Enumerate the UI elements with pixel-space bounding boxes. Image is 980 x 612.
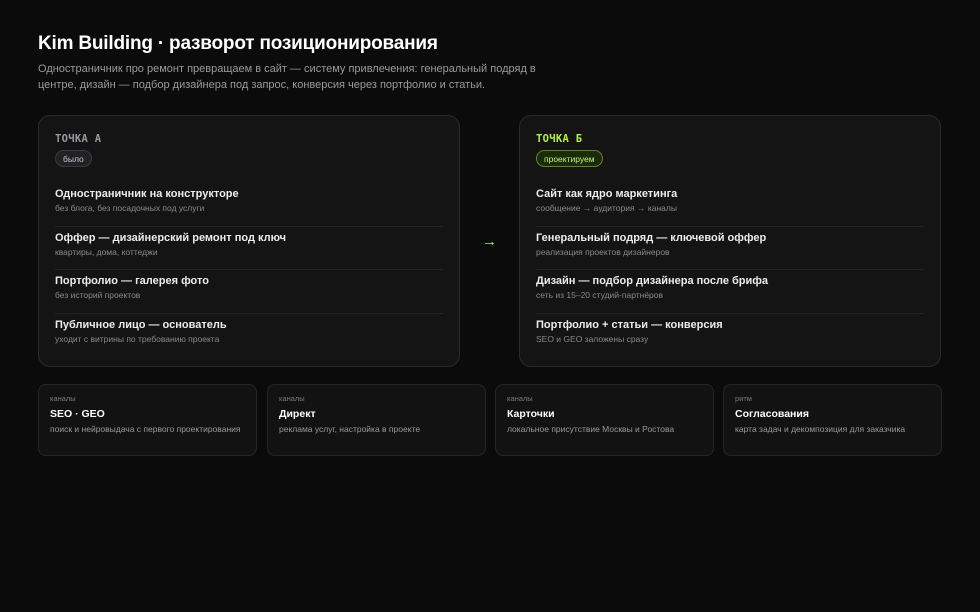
list-item: Генеральный подряд — ключевой оффер реал… [536, 227, 924, 270]
point-b-card: ТОЧКА Б проектируем Сайт как ядро маркет… [519, 115, 941, 367]
page-title: Kim Building · разворот позиционирования [38, 33, 438, 54]
item-title: Публичное лицо — основатель [55, 318, 227, 331]
item-title: Дизайн — подбор дизайнера после брифа [536, 275, 769, 287]
point-b-badge: проектируем [536, 150, 603, 167]
point-a-card: ТОЧКА А было Одностраничник на конструкт… [38, 115, 460, 367]
list-item: Портфолио + статьи — конверсия SEO и GEO… [536, 314, 924, 358]
tile-subtitle: локальное присутствие Москвы и Ростова [507, 424, 675, 434]
tile-title: SEO · GEO [50, 408, 105, 420]
list-item: Оффер — дизайнерский ремонт под ключ ква… [55, 227, 443, 270]
item-subtitle: без блога, без посадочных под услуги [55, 203, 205, 213]
point-a-list: Одностраничник на конструкторе без блога… [55, 183, 443, 357]
tile-subtitle: реклама услуг, настройка в проекте [279, 424, 421, 434]
item-subtitle: сеть из 15–20 студий-партнёров [536, 290, 664, 300]
item-title: Одностраничник на конструкторе [55, 188, 239, 200]
rhythm-tile-approvals: ритм Согласования карта задач и декомпоз… [723, 384, 942, 456]
channel-tile-cards: каналы Карточки локальное присутствие Мо… [495, 384, 714, 456]
item-title: Генеральный подряд — ключевой оффер [536, 231, 767, 244]
point-a-label: ТОЧКА А [55, 133, 102, 145]
item-subtitle: сообщение → аудитория → каналы [536, 203, 677, 213]
tile-title: Согласования [735, 408, 809, 420]
item-subtitle: уходит с витрины по требованию проекта [55, 333, 220, 344]
tile-kicker: каналы [507, 394, 533, 403]
channel-tile-direct: каналы Директ реклама услуг, настройка в… [267, 384, 486, 456]
list-item: Портфолио — галерея фото без историй про… [55, 270, 443, 314]
tile-kicker: каналы [50, 394, 76, 403]
tile-title: Карточки [507, 408, 555, 420]
item-subtitle: реализация проектов дизайнеров [536, 246, 670, 257]
item-title: Портфолио — галерея фото [55, 275, 209, 287]
item-subtitle: квартиры, дома, коттеджи [55, 246, 158, 257]
point-b-label: ТОЧКА Б [536, 133, 583, 145]
tile-kicker: ритм [735, 394, 752, 403]
tile-subtitle: поиск и нейровыдача с первого проектиров… [50, 424, 241, 434]
item-title: Сайт как ядро маркетинга [536, 188, 678, 200]
channel-tile-seo: каналы SEO · GEO поиск и нейровыдача с п… [38, 384, 257, 456]
list-item: Публичное лицо — основатель уходит с вит… [55, 314, 443, 358]
list-item: Одностраничник на конструкторе без блога… [55, 183, 443, 227]
item-subtitle: без историй проектов [55, 290, 141, 300]
item-title: Портфолио + статьи — конверсия [536, 318, 723, 331]
list-item: Сайт как ядро маркетинга сообщение → ауд… [536, 183, 924, 227]
item-subtitle: SEO и GEO заложены сразу [536, 333, 649, 344]
tile-title: Директ [279, 408, 316, 420]
point-b-list: Сайт как ядро маркетинга сообщение → ауд… [536, 183, 924, 357]
tile-subtitle: карта задач и декомпозиция для заказчика [735, 424, 906, 434]
page-subtitle: Одностраничник про ремонт превращаем в с… [38, 63, 536, 91]
arrow-right-icon: → [482, 233, 497, 250]
item-title: Оффер — дизайнерский ремонт под ключ [55, 231, 286, 244]
list-item: Дизайн — подбор дизайнера после брифа се… [536, 270, 924, 314]
tile-kicker: каналы [279, 394, 305, 403]
point-a-badge: было [55, 150, 92, 167]
